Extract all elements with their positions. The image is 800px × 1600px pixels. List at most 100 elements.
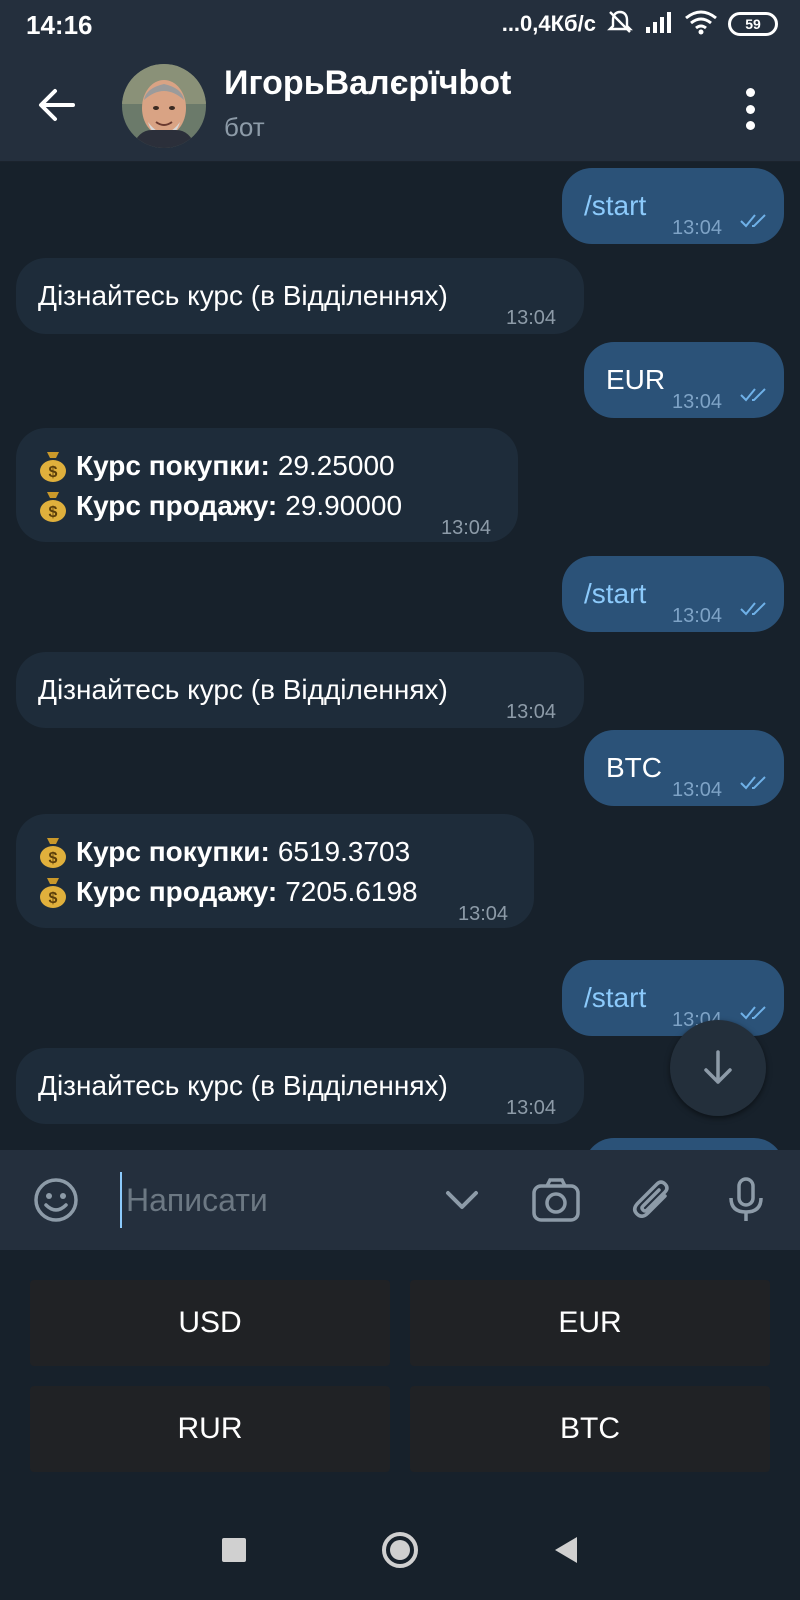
message-time: 13:04 [458, 903, 509, 925]
message-text: /start [584, 190, 647, 221]
incoming-message[interactable]: Дізнайтесь курс (в Відділеннях) 13:04 [16, 258, 584, 334]
buy-label: Курс покупки: [76, 836, 270, 867]
chat-header: ИгорьВалєрїчbot бот [0, 48, 800, 162]
sell-rate-line: $ Курс продажу: 7205.6198 [38, 872, 418, 912]
message-time: 13:04 [672, 217, 723, 239]
system-navigation-bar [0, 1500, 800, 1600]
dot-icon [745, 88, 755, 97]
arrow-left-icon [39, 89, 75, 121]
outgoing-message[interactable]: /start 13:04 [562, 556, 784, 632]
svg-text:$: $ [49, 890, 58, 907]
mute-alarm-icon [606, 8, 634, 41]
svg-text:$: $ [49, 464, 58, 481]
home-button[interactable] [378, 1528, 422, 1572]
more-options-button[interactable] [730, 84, 770, 134]
double-check-icon [740, 602, 766, 616]
buy-value: 6519.3703 [277, 836, 411, 867]
rate-block: $ Курс покупки: 6519.3703 $ Курс продажу… [38, 832, 418, 912]
status-icons: ...0,4Кб/с 59 [502, 8, 778, 40]
message-time: 13:04 [441, 517, 492, 539]
message-time: 13:04 [506, 307, 557, 329]
dot-icon [745, 121, 755, 130]
incoming-rate-message[interactable]: $ Курс покупки: 29.25000 $ Курс продажу:… [16, 428, 518, 542]
circle-icon [382, 1532, 418, 1568]
bot-reply-keyboard: USD EUR RUR BTC [0, 1250, 800, 1500]
message-text: EUR [606, 364, 666, 395]
message-time: 13:04 [672, 779, 723, 801]
emoji-button[interactable] [30, 1174, 82, 1226]
double-check-icon [740, 388, 766, 402]
battery-indicator: 59 [728, 12, 778, 36]
outgoing-message[interactable]: EUR 13:04 [584, 342, 784, 418]
dot-icon [745, 104, 755, 114]
chat-title[interactable]: ИгорьВалєрїчbot [224, 64, 511, 103]
message-text: /start [584, 578, 647, 609]
sell-label: Курс продажу: [76, 490, 278, 521]
keyboard-button-rur[interactable]: RUR [30, 1386, 390, 1472]
message-list[interactable]: /start 13:04 Дізнайтесь курс (в Відділен… [0, 162, 800, 1150]
money-bag-icon: $ [40, 492, 66, 522]
outgoing-message[interactable]: /start 13:04 [562, 168, 784, 244]
incoming-message[interactable]: Дізнайтесь курс (в Відділеннях) 13:04 [16, 652, 584, 728]
message-input-bar: Написати [0, 1150, 800, 1250]
message-text: Дізнайтесь курс (в Відділеннях) [38, 280, 448, 311]
wifi-icon [684, 9, 718, 40]
incoming-message[interactable]: Дізнайтесь курс (в Відділеннях) 13:04 [16, 1048, 584, 1124]
message-time: 13:04 [672, 605, 723, 627]
message-time: 13:04 [672, 391, 723, 413]
status-bar: 14:16 ...0,4Кб/с 59 [0, 0, 800, 48]
back-button[interactable] [30, 78, 84, 132]
chat-subtitle: бот [224, 112, 265, 142]
sell-value: 7205.6198 [285, 876, 418, 907]
camera-button[interactable] [530, 1174, 582, 1226]
buy-value: 29.25000 [277, 450, 395, 481]
smile-icon [34, 1178, 78, 1222]
scroll-to-bottom-button[interactable] [670, 1020, 766, 1116]
message-text: BTC [606, 752, 662, 783]
back-nav-button[interactable] [544, 1528, 588, 1572]
message-input[interactable]: Написати [120, 1172, 420, 1228]
message-text: Дізнайтесь курс (в Відділеннях) [38, 674, 448, 705]
incoming-rate-message[interactable]: $ Курс покупки: 6519.3703 $ Курс продажу… [16, 814, 534, 928]
money-bag-icon: $ [40, 878, 66, 908]
message-time: 13:04 [506, 1097, 557, 1119]
keyboard-button-usd[interactable]: USD [30, 1280, 390, 1366]
recents-button[interactable] [212, 1528, 256, 1572]
paperclip-icon [633, 1180, 669, 1218]
voice-message-button[interactable] [720, 1174, 772, 1226]
buy-rate-line: $ Курс покупки: 29.25000 [38, 446, 402, 486]
keyboard-button-eur[interactable]: EUR [410, 1280, 770, 1366]
message-time: 13:04 [506, 701, 557, 723]
outgoing-message[interactable]: BTC 13:04 [584, 730, 784, 806]
sell-value: 29.90000 [285, 490, 403, 521]
triangle-back-icon [555, 1537, 577, 1563]
microphone-icon [729, 1177, 763, 1221]
outgoing-message[interactable]: /start 13:04 [562, 960, 784, 1036]
message-text: /start [584, 982, 647, 1013]
buy-label: Курс покупки: [76, 450, 270, 481]
square-icon [222, 1538, 246, 1562]
message-text: Дізнайтесь курс (в Відділеннях) [38, 1070, 448, 1101]
outgoing-message-partial[interactable] [584, 1138, 784, 1150]
camera-icon [532, 1178, 580, 1222]
svg-text:$: $ [49, 504, 58, 521]
sell-label: Курс продажу: [76, 876, 278, 907]
double-check-icon [740, 1006, 766, 1020]
bot-keyboard-toggle-button[interactable] [436, 1174, 488, 1226]
signal-icon [644, 9, 674, 40]
svg-text:$: $ [49, 850, 58, 867]
rate-block: $ Курс покупки: 29.25000 $ Курс продажу:… [38, 446, 402, 526]
money-bag-icon: $ [40, 452, 66, 482]
double-check-icon [740, 214, 766, 228]
money-bag-icon: $ [40, 838, 66, 868]
buy-rate-line: $ Курс покупки: 6519.3703 [38, 832, 418, 872]
double-check-icon [740, 776, 766, 790]
chevron-down-icon [446, 1191, 478, 1209]
keyboard-button-btc[interactable]: BTC [410, 1386, 770, 1472]
status-time: 14:16 [26, 10, 93, 40]
arrow-down-icon [704, 1050, 732, 1084]
network-speed: ...0,4Кб/с [501, 11, 596, 36]
attach-button[interactable] [626, 1174, 678, 1226]
avatar[interactable] [122, 64, 206, 148]
sell-rate-line: $ Курс продажу: 29.90000 [38, 486, 402, 526]
